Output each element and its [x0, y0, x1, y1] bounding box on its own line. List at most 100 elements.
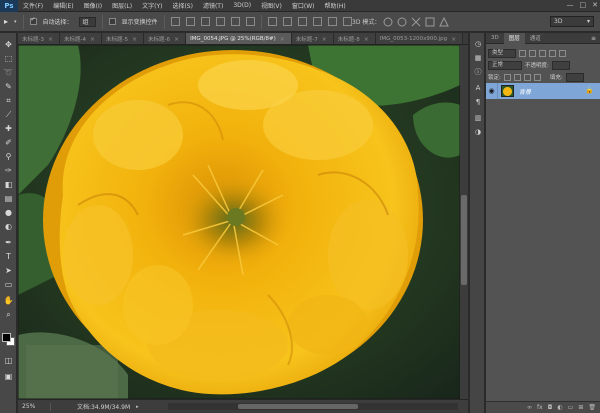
- auto-select-checkbox[interactable]: [29, 18, 37, 25]
- distribute-top-icon[interactable]: [267, 17, 277, 26]
- gradient-tool-icon[interactable]: ▤: [3, 193, 14, 204]
- quick-select-tool-icon[interactable]: ✎: [3, 81, 14, 92]
- tab-untitled-8[interactable]: 未标题-8 ×: [333, 33, 376, 44]
- layer-kind-dropdown[interactable]: 类型: [488, 48, 516, 58]
- eyedropper-tool-icon[interactable]: ⟋: [3, 109, 14, 120]
- layer-style-icon[interactable]: fx: [537, 404, 543, 411]
- 3d-mode-icons[interactable]: [382, 16, 452, 28]
- blur-tool-icon[interactable]: ●: [3, 207, 14, 218]
- close-icon[interactable]: ×: [280, 36, 285, 43]
- horizontal-scrollbar[interactable]: [168, 403, 458, 410]
- zoom-level[interactable]: 25%: [22, 403, 44, 410]
- filter-adjustment-icon[interactable]: [529, 49, 536, 57]
- quick-mask-icon[interactable]: ◫: [3, 355, 14, 366]
- character-icon[interactable]: A: [473, 83, 483, 93]
- align-bottom-icon[interactable]: [200, 17, 210, 26]
- filter-smart-icon[interactable]: [559, 49, 566, 57]
- type-tool-icon[interactable]: T: [3, 251, 14, 262]
- workspace-dropdown[interactable]: 3D ▾: [550, 16, 594, 27]
- layer-row-background[interactable]: ◉ 背景 🔒: [486, 83, 600, 99]
- menu-filter[interactable]: 滤镜(T): [198, 1, 228, 10]
- lock-pixels-icon[interactable]: [513, 73, 521, 81]
- tab-untitled-4[interactable]: 未标题-4 ×: [60, 33, 103, 44]
- paragraph-icon[interactable]: ¶: [473, 97, 483, 107]
- auto-select-dropdown[interactable]: 组: [78, 16, 96, 27]
- lock-transparent-icon[interactable]: [503, 73, 511, 81]
- filter-type-icon[interactable]: [539, 49, 546, 57]
- path-select-tool-icon[interactable]: ➤: [3, 265, 14, 276]
- crop-tool-icon[interactable]: ⌗: [3, 95, 14, 106]
- align-right-icon[interactable]: [245, 17, 255, 26]
- show-transform-checkbox[interactable]: [108, 18, 116, 25]
- adjustments-icon[interactable]: ◑: [473, 127, 483, 137]
- menu-help[interactable]: 帮助(H): [320, 1, 351, 10]
- move-tool-icon[interactable]: ✥: [3, 39, 14, 50]
- eraser-tool-icon[interactable]: ◧: [3, 179, 14, 190]
- screen-mode-icon[interactable]: ▣: [3, 371, 14, 382]
- status-menu-icon[interactable]: ▸: [136, 404, 139, 410]
- distribute-right-icon[interactable]: [342, 17, 352, 26]
- tab-untitled-3[interactable]: 未标题-3 ×: [18, 33, 61, 44]
- blend-mode-dropdown[interactable]: 正常: [488, 60, 522, 70]
- new-group-icon[interactable]: ▭: [568, 404, 574, 411]
- tab-untitled-5[interactable]: 未标题-5 ×: [102, 33, 145, 44]
- document-info[interactable]: 文档:34.9M/34.9M: [77, 402, 130, 411]
- menu-edit[interactable]: 编辑(E): [48, 1, 78, 10]
- lock-position-icon[interactable]: [523, 73, 531, 81]
- dodge-tool-icon[interactable]: ◐: [3, 221, 14, 232]
- info-icon[interactable]: ⓘ: [473, 67, 483, 77]
- align-hcenter-icon[interactable]: [230, 17, 240, 26]
- align-top-icon[interactable]: [170, 17, 180, 26]
- close-icon[interactable]: ×: [132, 36, 137, 43]
- maximize-icon[interactable]: □: [580, 1, 587, 9]
- close-icon[interactable]: ×: [48, 36, 53, 43]
- lock-all-icon[interactable]: [533, 73, 541, 81]
- tab-channels[interactable]: 通道: [525, 33, 546, 44]
- fill-field[interactable]: [565, 72, 584, 82]
- menu-layer[interactable]: 图层(L): [107, 1, 137, 10]
- trash-icon[interactable]: 🗑: [588, 404, 596, 411]
- filter-pixel-icon[interactable]: [519, 49, 526, 57]
- menu-view[interactable]: 视图(V): [256, 1, 287, 10]
- new-layer-icon[interactable]: ⊞: [578, 404, 583, 411]
- align-vcenter-icon[interactable]: [185, 17, 195, 26]
- add-mask-icon[interactable]: ◘: [548, 404, 553, 411]
- adjustment-layer-icon[interactable]: ◐: [557, 404, 562, 411]
- close-icon[interactable]: ×: [174, 36, 179, 43]
- hand-tool-icon[interactable]: ✋: [3, 295, 14, 306]
- tool-preset-dropdown-icon[interactable]: ▾: [14, 19, 17, 25]
- menu-file[interactable]: 文件(F): [18, 1, 48, 10]
- properties-icon[interactable]: ▦: [473, 53, 483, 63]
- tab-untitled-6[interactable]: 未标题-6 ×: [144, 33, 187, 44]
- tab-untitled-7[interactable]: 未标题-7 ×: [291, 33, 334, 44]
- pen-tool-icon[interactable]: ✒: [3, 237, 14, 248]
- menu-3d[interactable]: 3D(D): [228, 2, 256, 9]
- tab-img-0054[interactable]: IMG_0054.JPG @ 25%(RGB/8#) ×: [186, 33, 292, 44]
- distribute-left-icon[interactable]: [312, 17, 322, 26]
- tab-layers[interactable]: 图层: [503, 32, 525, 44]
- distribute-hcenter-icon[interactable]: [327, 17, 337, 26]
- clone-stamp-tool-icon[interactable]: ⚲: [3, 151, 14, 162]
- document-canvas[interactable]: [18, 45, 460, 399]
- menu-select[interactable]: 选择(S): [167, 1, 198, 10]
- foreground-color-swatch[interactable]: [2, 333, 11, 342]
- align-left-icon[interactable]: [215, 17, 225, 26]
- brush-tool-icon[interactable]: ✐: [3, 137, 14, 148]
- close-icon[interactable]: ✕: [592, 1, 598, 9]
- minimize-icon[interactable]: —: [567, 1, 574, 9]
- link-layers-icon[interactable]: ∞: [527, 404, 532, 411]
- lasso-tool-icon[interactable]: ➰: [3, 67, 14, 78]
- swatches-icon[interactable]: ▥: [473, 113, 483, 123]
- menu-window[interactable]: 窗口(W): [287, 1, 320, 10]
- close-icon[interactable]: ×: [90, 36, 95, 43]
- move-tool-icon[interactable]: ▸: [4, 17, 8, 26]
- tab-img-0053[interactable]: IMG_0053-1200x900.jpg ×: [375, 33, 464, 44]
- filter-shape-icon[interactable]: [549, 49, 556, 57]
- menu-type[interactable]: 文字(Y): [137, 1, 167, 10]
- tab-3d[interactable]: 3D: [486, 33, 504, 44]
- opacity-field[interactable]: [551, 60, 570, 70]
- menu-image[interactable]: 图像(I): [79, 1, 107, 10]
- history-brush-tool-icon[interactable]: ✑: [3, 165, 14, 176]
- distribute-bottom-icon[interactable]: [297, 17, 307, 26]
- shape-tool-icon[interactable]: ▭: [3, 279, 14, 290]
